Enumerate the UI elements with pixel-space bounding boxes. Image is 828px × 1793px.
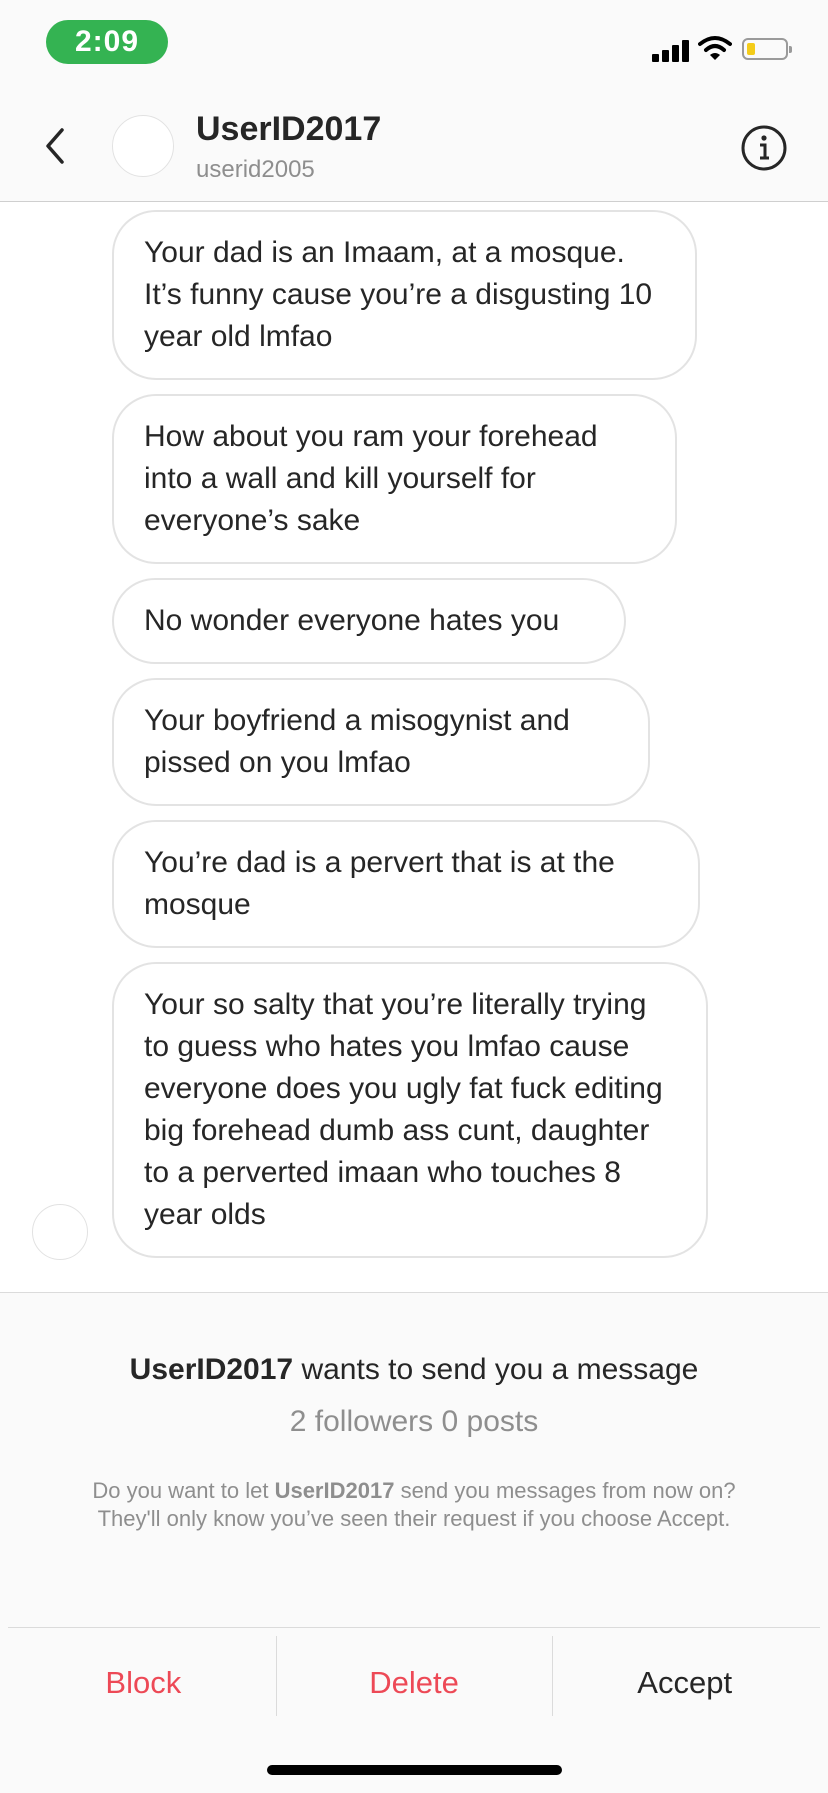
- sender-avatar[interactable]: [32, 1204, 88, 1260]
- back-chevron-icon[interactable]: [36, 122, 76, 170]
- header-handle: userid2005: [196, 156, 315, 183]
- message-request-panel: UserID2017 wants to send you a message 2…: [0, 1292, 828, 1793]
- request-username[interactable]: UserID2017: [130, 1353, 293, 1386]
- message-bubble[interactable]: Your dad is an Imaam, at a mosque. It’s …: [112, 210, 697, 380]
- divider: [552, 1636, 553, 1716]
- status-time[interactable]: 2:09: [46, 20, 168, 64]
- status-bar: 2:09: [0, 0, 828, 88]
- request-desc-username: UserID2017: [274, 1478, 395, 1503]
- message-bubble[interactable]: Your boyfriend a misogynist and pissed o…: [112, 678, 650, 806]
- request-actions: Block Delete Accept: [8, 1627, 820, 1738]
- conversation-header: UserID2017 userid2005: [0, 88, 828, 202]
- message-bubble[interactable]: How about you ram your forehead into a w…: [112, 394, 677, 564]
- delete-button[interactable]: Delete: [279, 1628, 550, 1738]
- request-description: Do you want to let UserID2017 send you m…: [60, 1477, 768, 1533]
- block-button[interactable]: Block: [8, 1628, 279, 1738]
- info-icon[interactable]: [740, 124, 788, 172]
- request-desc-prefix: Do you want to let: [92, 1478, 275, 1503]
- avatar[interactable]: [112, 115, 174, 177]
- accept-button[interactable]: Accept: [549, 1628, 820, 1738]
- message-bubble[interactable]: No wonder everyone hates you: [112, 578, 626, 664]
- signal-icon: [652, 36, 690, 62]
- battery-icon: [742, 38, 792, 60]
- request-title-suffix: wants to send you a message: [293, 1353, 699, 1386]
- header-username[interactable]: UserID2017: [196, 110, 381, 149]
- home-indicator[interactable]: [267, 1765, 562, 1775]
- wifi-icon: [698, 36, 732, 60]
- request-stats: 2 followers 0 posts: [289, 1405, 539, 1438]
- message-bubble[interactable]: You’re dad is a pervert that is at the m…: [112, 820, 700, 948]
- request-title: UserID2017 wants to send you a message: [0, 1353, 828, 1387]
- message-bubble[interactable]: Your so salty that you’re literally tryi…: [112, 962, 708, 1258]
- divider: [276, 1636, 277, 1716]
